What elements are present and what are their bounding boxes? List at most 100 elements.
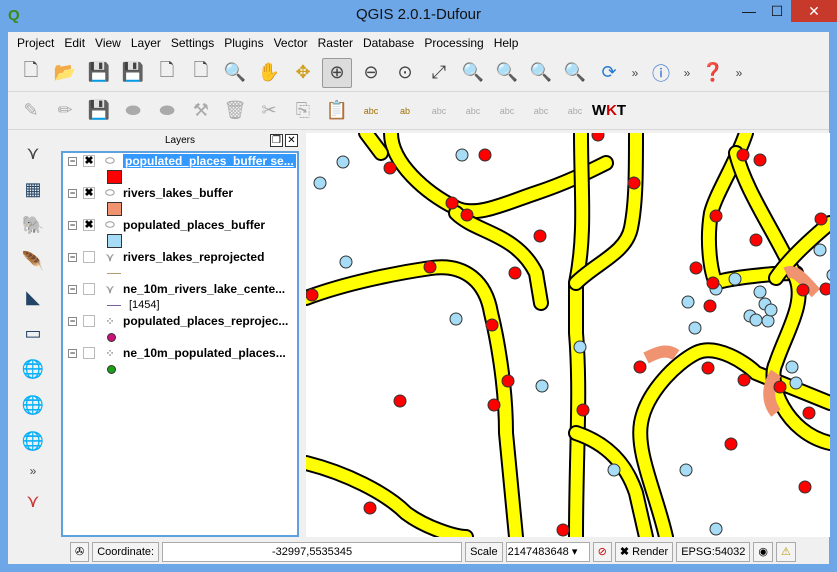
new-print-composer-icon[interactable]: 🗋 xyxy=(152,58,182,88)
collapse-icon[interactable]: − xyxy=(68,284,77,294)
menu-settings[interactable]: Settings xyxy=(166,32,219,54)
zoom-next-icon[interactable]: 🔍 xyxy=(560,58,590,88)
menu-processing[interactable]: Processing xyxy=(419,32,488,54)
add-spatialite-layer-icon[interactable]: 🪶 xyxy=(18,246,48,276)
layer-visibility-checkbox[interactable] xyxy=(83,251,95,263)
add-vector-layer-icon[interactable]: ⋎ xyxy=(18,138,48,168)
menu-database[interactable]: Database xyxy=(358,32,419,54)
add-wms-layer-icon[interactable]: 🌐 xyxy=(18,354,48,384)
paste-icon[interactable]: 📋 xyxy=(322,96,352,126)
menu-raster[interactable]: Raster xyxy=(313,32,358,54)
pin-label-icon[interactable]: abc xyxy=(424,96,454,126)
crs-button[interactable]: EPSG:54032 xyxy=(676,541,751,562)
rotate-label-icon[interactable]: abc xyxy=(526,96,556,126)
layer-visibility-checkbox[interactable] xyxy=(83,283,95,295)
chevron-down-icon[interactable]: ▾ xyxy=(572,546,578,558)
render-checkbox[interactable]: ✖ Render xyxy=(614,541,674,562)
overflow-icon[interactable]: » xyxy=(628,58,642,88)
wkt-icon[interactable]: WKT xyxy=(592,96,626,126)
toggle-editing-icon[interactable]: ✏ xyxy=(50,96,80,126)
zoom-to-selection-icon[interactable]: 🔍 xyxy=(458,58,488,88)
zoom-in-icon[interactable]: ⊕ xyxy=(322,57,352,88)
save-edits-icon[interactable]: 💾 xyxy=(84,96,114,126)
menu-vector[interactable]: Vector xyxy=(269,32,313,54)
identify-icon[interactable]: ⓘ xyxy=(646,58,676,88)
layer-visibility-checkbox[interactable] xyxy=(83,347,95,359)
gps-tools-icon[interactable]: ⋎ xyxy=(18,486,48,516)
layer-visibility-checkbox[interactable] xyxy=(83,315,95,327)
menu-help[interactable]: Help xyxy=(489,32,524,54)
minimize-button[interactable]: — xyxy=(735,0,763,22)
pan-to-selection-icon[interactable]: 🔍 xyxy=(220,58,250,88)
save-as-icon[interactable]: 💾 xyxy=(118,58,148,88)
layer-visibility-checkbox[interactable]: ✖ xyxy=(83,219,95,231)
coordinate-toggle-icon[interactable]: ✇ xyxy=(70,541,90,562)
add-mssql-layer-icon[interactable]: ◣ xyxy=(18,282,48,312)
delete-selected-icon[interactable]: 🗑 xyxy=(220,96,250,126)
label-icon[interactable]: abc xyxy=(356,96,386,126)
zoom-native-icon[interactable]: ⊙ xyxy=(390,58,420,88)
menu-plugins[interactable]: Plugins xyxy=(219,32,268,54)
layer-item[interactable]: − ⋎ rivers_lakes_reprojected xyxy=(63,249,297,265)
layer-visibility-checkbox[interactable]: ✖ xyxy=(83,155,95,167)
collapse-icon[interactable]: − xyxy=(68,348,77,358)
add-feature-icon[interactable]: ⬬ xyxy=(118,96,148,126)
maximize-button[interactable]: ☐ xyxy=(763,0,791,22)
checkbox-checked-icon[interactable]: ✖ xyxy=(620,546,629,558)
collapse-icon[interactable]: − xyxy=(68,252,77,262)
menu-view[interactable]: View xyxy=(90,32,126,54)
menu-layer[interactable]: Layer xyxy=(126,32,166,54)
change-label-icon[interactable]: abc xyxy=(560,96,590,126)
composer-manager-icon[interactable]: 🗋 xyxy=(186,58,216,88)
zoom-to-layer-icon[interactable]: 🔍 xyxy=(492,58,522,88)
layer-item[interactable]: − ✖ ⬭ populated_places_buffer xyxy=(63,217,297,233)
add-postgis-layer-icon[interactable]: 🐘 xyxy=(18,210,48,240)
help-icon[interactable]: ❓ xyxy=(698,58,728,88)
refresh-icon[interactable]: ⟳ xyxy=(594,58,624,88)
cut-icon[interactable]: ✂ xyxy=(254,96,284,126)
collapse-icon[interactable]: − xyxy=(68,316,77,326)
open-project-icon[interactable]: 📂 xyxy=(50,58,80,88)
zoom-out-icon[interactable]: ⊖ xyxy=(356,58,386,88)
collapse-icon[interactable]: − xyxy=(68,188,77,198)
add-wfs-layer-icon[interactable]: 🌐 xyxy=(18,426,48,456)
move-label-icon[interactable]: abc xyxy=(492,96,522,126)
rotation-icon[interactable]: ⊘ xyxy=(592,541,612,562)
add-oracle-layer-icon[interactable]: ▭ xyxy=(18,318,48,348)
show-hide-label-icon[interactable]: abc xyxy=(458,96,488,126)
menu-edit[interactable]: Edit xyxy=(59,32,90,54)
layer-item[interactable]: − ⁘ populated_places_reprojec... xyxy=(63,313,297,329)
add-wcs-layer-icon[interactable]: 🌐 xyxy=(18,390,48,420)
menu-project[interactable]: Project xyxy=(12,32,59,54)
layer-item[interactable]: − ✖ ⬭ populated_places_buffer se... xyxy=(63,153,297,169)
copy-icon[interactable]: ⎘ xyxy=(288,96,318,126)
close-panel-button[interactable]: ✕ xyxy=(285,134,298,147)
layer-item[interactable]: − ⋎ ne_10m_rivers_lake_cente... xyxy=(63,281,297,297)
overflow-icon[interactable]: » xyxy=(732,58,746,88)
move-feature-icon[interactable]: ⬬ xyxy=(152,96,182,126)
collapse-icon[interactable]: − xyxy=(68,156,77,166)
zoom-last-icon[interactable]: 🔍 xyxy=(526,58,556,88)
edits-icon[interactable]: ✎ xyxy=(16,96,46,126)
layer-item[interactable]: − ⁘ ne_10m_populated_places... xyxy=(63,345,297,361)
save-project-icon[interactable]: 💾 xyxy=(84,58,114,88)
add-raster-layer-icon[interactable]: ▦ xyxy=(18,174,48,204)
zoom-full-icon[interactable]: ⤢ xyxy=(424,58,454,88)
pan-hand-icon[interactable]: ✋ xyxy=(254,58,284,88)
close-button[interactable]: ✕ xyxy=(791,0,837,22)
pan-map-icon[interactable]: ✥ xyxy=(288,58,318,88)
new-project-icon[interactable]: 🗋 xyxy=(16,58,46,88)
overflow-icon[interactable]: » xyxy=(680,58,694,88)
map-canvas[interactable] xyxy=(306,133,830,537)
overflow-icon[interactable]: » xyxy=(18,462,48,480)
scale-combobox[interactable]: 2147483648 ▾ xyxy=(505,541,590,562)
float-panel-button[interactable]: ❐ xyxy=(270,134,283,147)
projection-icon[interactable]: ◉ xyxy=(753,541,774,562)
layer-item[interactable]: − ✖ ⬭ rivers_lakes_buffer xyxy=(63,185,297,201)
messages-warning-icon[interactable]: ⚠ xyxy=(776,541,796,562)
label-layer-icon[interactable]: ab xyxy=(390,96,420,126)
layer-visibility-checkbox[interactable]: ✖ xyxy=(83,187,95,199)
coordinate-field[interactable]: -32997,5535345 xyxy=(162,541,463,562)
collapse-icon[interactable]: − xyxy=(68,220,77,230)
node-tool-icon[interactable]: ⚒ xyxy=(186,96,216,126)
